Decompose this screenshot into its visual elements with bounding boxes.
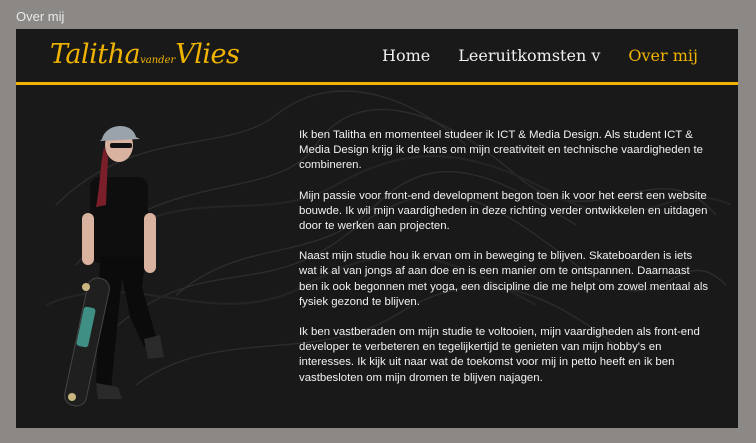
profile-photo-skater bbox=[64, 125, 164, 407]
logo-middle-name: vander bbox=[140, 55, 176, 66]
about-paragraph: Naast mijn studie hou ik ervan om in bew… bbox=[299, 250, 709, 308]
website-viewport: TalithavanderVlies Home Leeruitkomsten v… bbox=[16, 29, 738, 428]
about-paragraph: Ik ben vastberaden om mijn studie te vol… bbox=[299, 326, 700, 384]
site-logo[interactable]: TalithavanderVlies bbox=[50, 39, 240, 70]
about-paragraph: Ik ben Talitha en momenteel studeer ik I… bbox=[299, 129, 703, 172]
nav-over-mij[interactable]: Over mij bbox=[628, 46, 698, 65]
nav-leeruitkomsten-dropdown[interactable]: Leeruitkomsten v bbox=[458, 46, 600, 65]
site-header: TalithavanderVlies Home Leeruitkomsten v… bbox=[16, 29, 738, 85]
about-paragraph: Mijn passie voor front-end development b… bbox=[299, 189, 708, 233]
logo-first-name: Talitha bbox=[50, 39, 141, 70]
main-nav: Home Leeruitkomsten v Over mij bbox=[382, 46, 698, 65]
nav-home[interactable]: Home bbox=[382, 46, 430, 65]
logo-last-name: Vlies bbox=[175, 39, 240, 70]
about-text: Ik ben Talitha en momenteel studeer ik I… bbox=[299, 128, 709, 401]
window-title: Over mij bbox=[16, 9, 65, 24]
